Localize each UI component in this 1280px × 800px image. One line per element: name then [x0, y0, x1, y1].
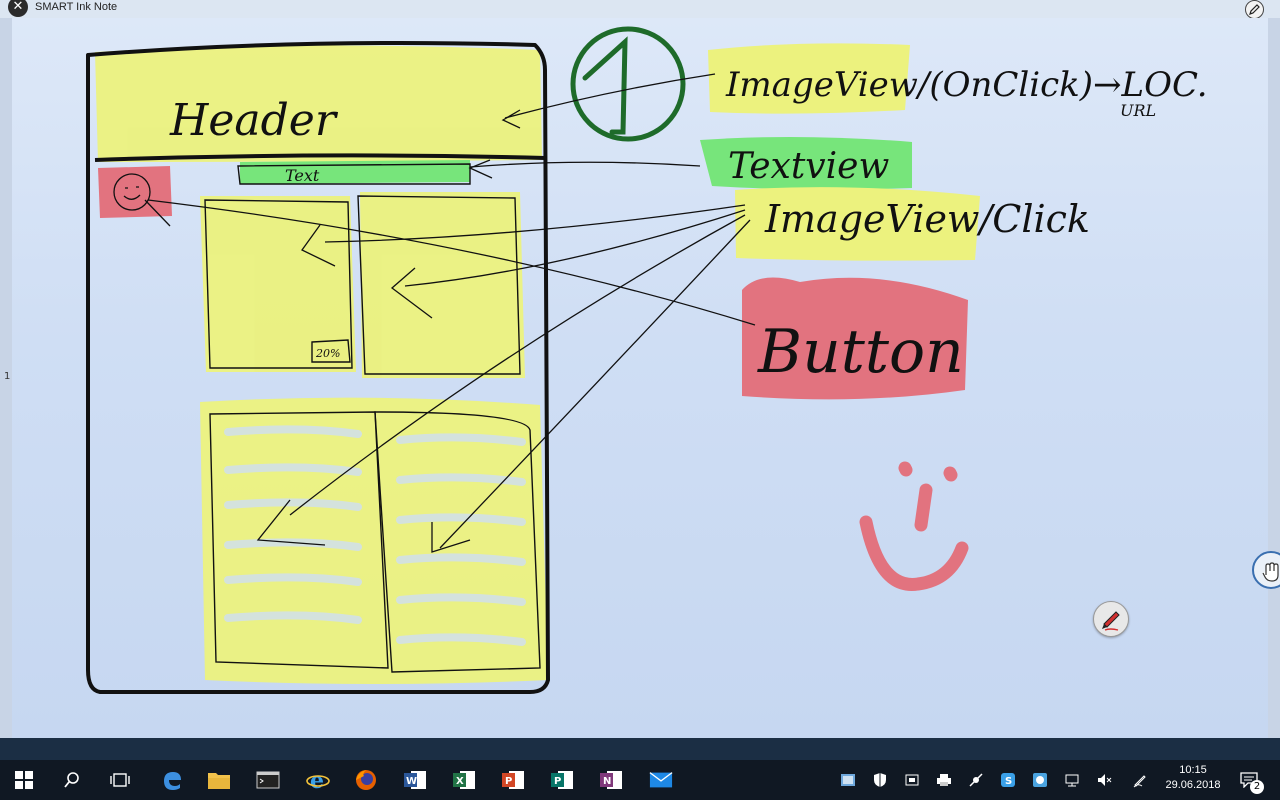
clock-date: 29.06.2018 — [1165, 779, 1221, 791]
text-bar-label: Text — [285, 166, 320, 185]
svg-text:X: X — [456, 776, 464, 787]
publisher-icon[interactable]: P — [550, 768, 574, 792]
ethernet-icon[interactable] — [1064, 772, 1080, 788]
notification-count-badge: 2 — [1250, 780, 1264, 794]
note-imageview-click: ImageView/Click — [764, 197, 1090, 241]
badge-label: 20% — [315, 347, 340, 360]
firefox-icon[interactable] — [354, 768, 378, 792]
internet-explorer-icon[interactable]: e — [306, 768, 330, 792]
svg-text:N: N — [603, 776, 611, 787]
pen-workspace-icon[interactable] — [1132, 772, 1148, 788]
note-textview: Textview — [728, 146, 889, 187]
smiley-sketch — [859, 461, 969, 591]
task-view-icon[interactable] — [108, 768, 132, 792]
word-icon[interactable]: W — [403, 768, 427, 792]
circled-number-sketch — [570, 26, 686, 142]
note-imageview-onclick: ImageView/(OnClick)→LOC. — [725, 65, 1208, 105]
pen-tool-icon[interactable] — [1093, 601, 1129, 637]
ink-layer: Header Text 20% ImageView/(OnClick)→LOC.… — [86, 26, 1208, 694]
defender-shield-icon[interactable] — [872, 772, 888, 788]
taskbar-clock[interactable]: 10:15 29.06.2018 — [1158, 763, 1228, 793]
excel-icon[interactable]: X — [452, 768, 476, 792]
terminal-icon[interactable] — [256, 768, 280, 792]
printer-icon[interactable] — [936, 772, 952, 788]
tray-app-icon[interactable] — [840, 772, 856, 788]
note-button: Button — [757, 317, 964, 387]
mail-icon[interactable] — [649, 768, 673, 792]
svg-text:e: e — [310, 768, 324, 792]
onenote-icon[interactable]: N — [599, 768, 623, 792]
disc-tray-icon[interactable] — [1032, 772, 1048, 788]
hand-tool-icon[interactable] — [1252, 551, 1280, 589]
file-explorer-icon[interactable] — [207, 768, 231, 792]
svg-text:P: P — [554, 776, 561, 787]
taskbar: e W X P P N S — [0, 760, 1280, 800]
clock-time: 10:15 — [1179, 764, 1207, 776]
header-label: Header — [169, 95, 339, 146]
skype-icon[interactable]: S — [1000, 772, 1016, 788]
svg-text:P: P — [505, 776, 512, 787]
svg-text:S: S — [1005, 776, 1012, 787]
powerpoint-icon[interactable]: P — [501, 768, 525, 792]
network-tray-icon[interactable] — [968, 772, 984, 788]
svg-text:W: W — [406, 776, 417, 787]
edge-icon[interactable] — [160, 768, 184, 792]
window-tray-icon[interactable] — [904, 772, 920, 788]
note-url: URL — [1120, 101, 1156, 120]
volume-muted-icon[interactable] — [1096, 772, 1112, 788]
search-icon[interactable] — [60, 768, 84, 792]
windows-start-icon[interactable] — [12, 768, 36, 792]
